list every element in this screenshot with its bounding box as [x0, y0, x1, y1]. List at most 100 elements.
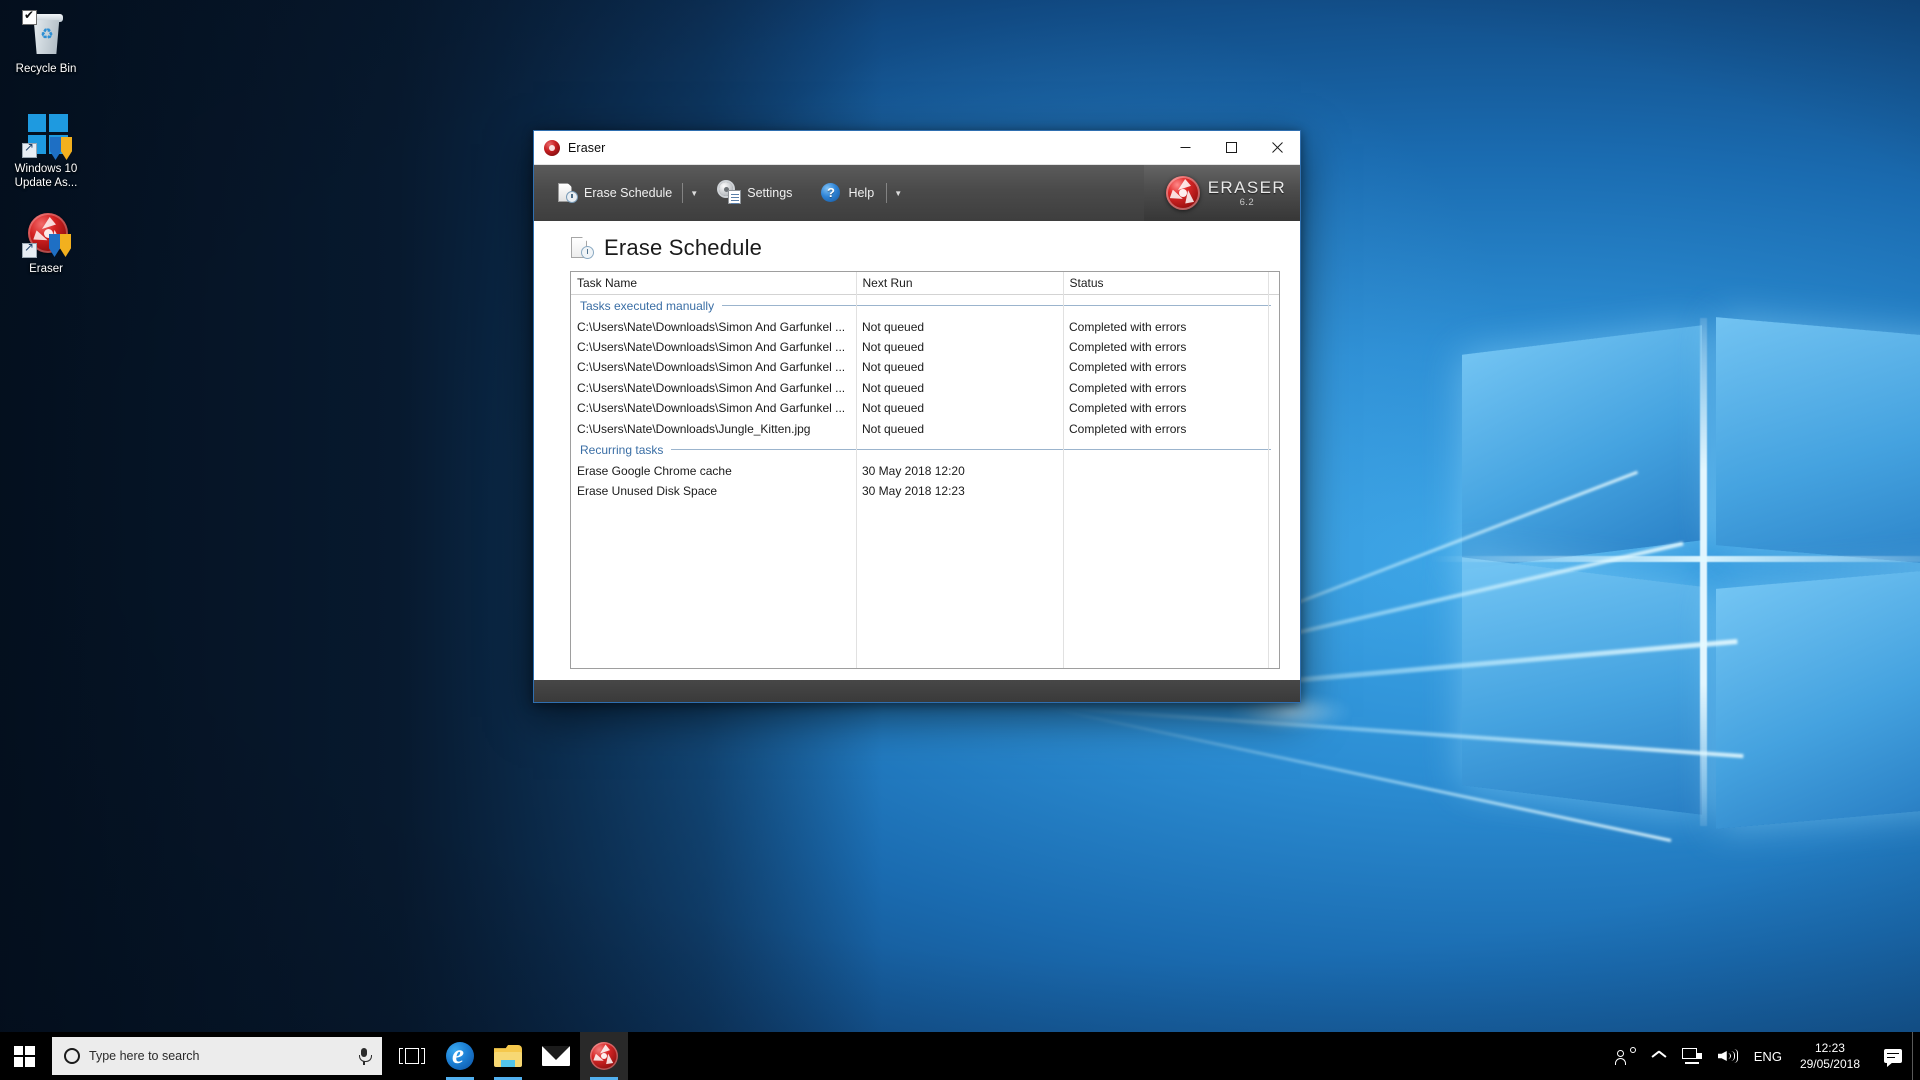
table-row[interactable]: C:\Users\Nate\Downloads\Jungle_Kitten.jp… [571, 418, 1279, 438]
shield-icon [49, 234, 71, 257]
extra-cell [1268, 418, 1279, 438]
next-run-cell: Not queued [862, 340, 925, 355]
taskbar: Type here to search e ENG 12:23 29/05/20… [0, 1032, 1920, 1080]
language-indicator[interactable]: ENG [1746, 1032, 1790, 1080]
brand-name: ERASER [1207, 177, 1286, 197]
next-run-cell: Not queued [862, 401, 925, 416]
task-name-cell: C:\Users\Nate\Downloads\Simon And Garfun… [577, 319, 846, 334]
chevron-down-icon: ▼ [894, 188, 903, 198]
close-button[interactable] [1254, 131, 1300, 165]
table-row[interactable]: C:\Users\Nate\Downloads\Simon And Garfun… [571, 398, 1279, 418]
show-hidden-icons-button[interactable] [1644, 1032, 1674, 1080]
desktop-icon-windows-update-assistant[interactable]: Windows 10 Update As... [8, 110, 84, 190]
task-name-cell: C:\Users\Nate\Downloads\Simon And Garfun… [577, 360, 846, 375]
help-dropdown-button[interactable]: ▼ [889, 176, 907, 210]
extra-cell [1268, 398, 1279, 418]
taskbar-item-task-view[interactable] [388, 1032, 436, 1080]
column-header-next-run[interactable]: Next Run [856, 272, 1064, 295]
eraser-window[interactable]: Eraser Erase Schedule ▼ Settings ? Help … [533, 130, 1301, 703]
column-header-status[interactable]: Status [1063, 272, 1269, 295]
next-run-cell: Not queued [862, 319, 925, 334]
volume-icon[interactable] [1710, 1032, 1746, 1080]
chevron-down-icon: ▼ [690, 188, 699, 198]
eraser-logo-icon [1165, 176, 1200, 210]
column-header-task-name[interactable]: Task Name [571, 272, 857, 295]
eraser-icon [544, 139, 560, 156]
table-row[interactable]: Erase Google Chrome cache 30 May 2018 12:… [571, 461, 1279, 481]
task-group-rule [671, 449, 1271, 451]
table-row[interactable]: C:\Users\Nate\Downloads\Simon And Garfun… [571, 378, 1279, 398]
recycle-bin-icon: ♻ [22, 9, 70, 58]
task-group-header[interactable]: Recurring tasks [571, 439, 1279, 461]
clock[interactable]: 12:23 29/05/2018 [1790, 1032, 1874, 1080]
system-tray: ENG 12:23 29/05/2018 [1608, 1032, 1920, 1080]
desktop[interactable]: ♻ Recycle Bin Windows 10 Update As... Er… [0, 0, 1920, 1080]
minimize-button[interactable] [1162, 131, 1208, 165]
settings-button[interactable]: Settings [711, 176, 800, 210]
eraser-shortcut-icon [22, 210, 71, 258]
network-icon[interactable] [1674, 1032, 1710, 1080]
brand-version: 6.2 [1239, 196, 1255, 208]
taskbar-item-file-explorer[interactable] [484, 1032, 532, 1080]
people-icon[interactable] [1608, 1032, 1644, 1080]
windows-update-assistant-icon [22, 110, 72, 160]
show-desktop-button[interactable] [1912, 1032, 1920, 1080]
desktop-icon-eraser[interactable]: Eraser [8, 210, 84, 277]
task-group-label: Tasks executed manually [580, 298, 715, 313]
table-row[interactable]: C:\Users\Nate\Downloads\Simon And Garfun… [571, 357, 1279, 377]
status-cell [1063, 461, 1268, 481]
task-group-header-cell: Tasks executed manually [571, 294, 1279, 317]
extra-cell [1268, 461, 1279, 481]
status-cell [1063, 481, 1268, 501]
desktop-icon-label: Eraser [29, 263, 63, 275]
erase-schedule-button[interactable]: Erase Schedule [548, 176, 680, 210]
status-cell: Completed with errors [1069, 340, 1187, 355]
edge-icon [446, 1042, 474, 1070]
task-group-label: Recurring tasks [580, 442, 664, 457]
help-button[interactable]: ? Help [812, 176, 882, 210]
clock-time: 12:23 [1814, 1041, 1845, 1055]
next-run-cell: Not queued [862, 421, 925, 436]
task-name-cell: Erase Unused Disk Space [577, 484, 718, 499]
shield-icon [50, 137, 72, 160]
task-name-cell: C:\Users\Nate\Downloads\Simon And Garfun… [577, 340, 846, 355]
action-center-button[interactable] [1874, 1032, 1912, 1080]
taskbar-item-eraser[interactable] [580, 1032, 628, 1080]
table-row[interactable]: C:\Users\Nate\Downloads\Simon And Garfun… [571, 337, 1279, 357]
window-titlebar[interactable]: Eraser [534, 131, 1300, 165]
microphone-icon[interactable] [356, 1047, 372, 1065]
taskbar-item-mail[interactable] [532, 1032, 580, 1080]
brand-logo: ERASER 6.2 [1143, 165, 1300, 221]
toolbar: Erase Schedule ▼ Settings ? Help ▼ ERASE… [534, 165, 1300, 221]
cortana-icon [64, 1048, 80, 1064]
task-name-cell: Erase Google Chrome cache [577, 464, 732, 479]
status-cell: Completed with errors [1069, 401, 1187, 416]
help-icon: ? [820, 182, 842, 204]
erase-schedule-icon [570, 236, 594, 260]
window-controls [1162, 131, 1300, 165]
status-bar [534, 680, 1300, 702]
erase-schedule-dropdown-button[interactable]: ▼ [685, 176, 703, 210]
file-explorer-icon [494, 1045, 522, 1067]
start-button[interactable] [0, 1032, 48, 1080]
recycle-bin-checkbox[interactable] [22, 9, 37, 25]
task-group-header[interactable]: Tasks executed manually [571, 294, 1279, 317]
task-name-cell: C:\Users\Nate\Downloads\Jungle_Kitten.jp… [577, 421, 811, 436]
settings-label: Settings [747, 186, 793, 200]
erase-schedule-label: Erase Schedule [584, 186, 673, 200]
task-view-icon [399, 1047, 425, 1065]
schedule-grid[interactable]: Task Name Next Run Status Tasks executed… [570, 271, 1280, 669]
column-header-extra[interactable] [1268, 272, 1279, 295]
maximize-button[interactable] [1208, 131, 1254, 165]
status-cell: Completed with errors [1069, 360, 1187, 375]
task-group-rule [722, 305, 1271, 306]
status-cell: Completed with errors [1069, 421, 1187, 436]
page-header: Erase Schedule [534, 221, 1300, 271]
desktop-icon-recycle-bin[interactable]: ♻ Recycle Bin [8, 9, 84, 77]
table-row[interactable]: C:\Users\Nate\Downloads\Simon And Garfun… [571, 317, 1279, 337]
column-divider [1268, 272, 1269, 668]
status-cell: Completed with errors [1069, 319, 1187, 334]
taskbar-item-edge[interactable] [436, 1032, 484, 1080]
search-input[interactable]: Type here to search [52, 1037, 382, 1075]
table-row[interactable]: Erase Unused Disk Space 30 May 2018 12:23 [571, 481, 1279, 501]
